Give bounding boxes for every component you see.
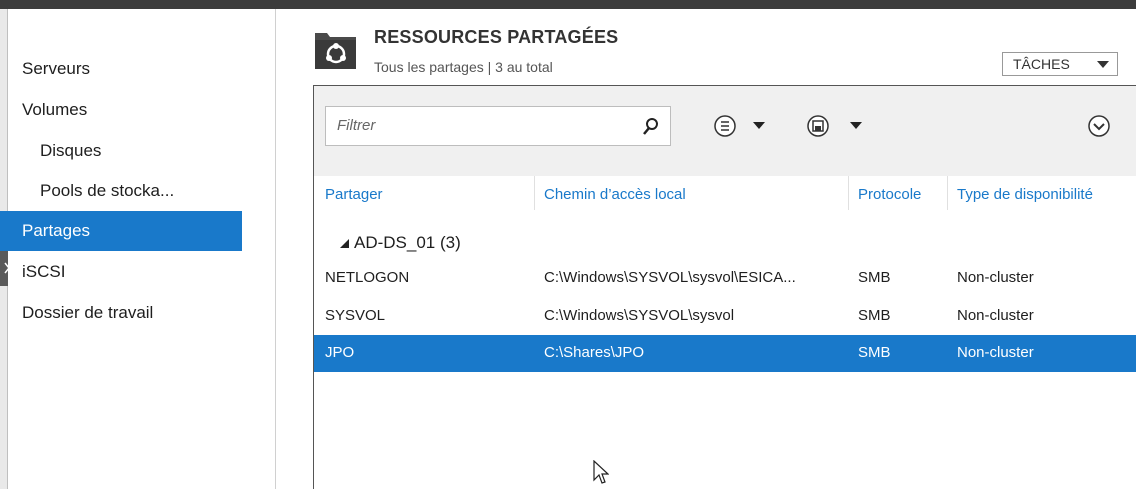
share-path: C:\Windows\SYSVOL\sysvol\ESICA... [544, 269, 796, 286]
table-row[interactable]: NETLOGON C:\Windows\SYSVOL\sysvol\ESICA.… [314, 260, 1136, 297]
list-view-icon [714, 115, 765, 137]
sidebar-item-volumes[interactable]: Volumes [0, 90, 242, 130]
sidebar-divider [275, 9, 276, 489]
column-header-protocole[interactable]: Protocole [858, 186, 921, 203]
sidebar-item-partages[interactable]: Partages [0, 211, 242, 251]
sidebar-item-dossier-de-travail[interactable]: Dossier de travail [0, 293, 242, 333]
save-query-button[interactable] [806, 114, 866, 138]
share-protocol: SMB [858, 344, 891, 361]
window-top-bar [0, 0, 1136, 9]
page-title: RESSOURCES PARTAGÉES [374, 27, 619, 47]
column-header-partager[interactable]: Partager [325, 186, 383, 203]
share-name: NETLOGON [325, 269, 410, 286]
column-header-type-disponibilite[interactable]: Type de disponibilité [957, 186, 1093, 203]
column-separator [534, 176, 535, 210]
save-query-icon [807, 115, 862, 137]
column-separator [848, 176, 849, 210]
share-availability: Non-cluster [957, 344, 1034, 361]
group-label: AD-DS_01 (3) [354, 233, 461, 252]
column-header-chemin[interactable]: Chemin d’accès local [544, 186, 686, 203]
list-view-button[interactable] [713, 114, 773, 138]
share-protocol: SMB [858, 307, 891, 324]
filter-placeholder: Filtrer [337, 117, 376, 134]
mouse-cursor-icon [593, 459, 610, 491]
sidebar-item-iscsi[interactable]: iSCSI [0, 252, 242, 292]
share-path: C:\Windows\SYSVOL\sysvol [544, 307, 735, 324]
shared-folder-icon [313, 27, 358, 72]
expand-button[interactable] [1087, 114, 1111, 138]
table-row[interactable]: SYSVOL C:\Windows\SYSVOL\sysvol SMB Non-… [314, 298, 1136, 335]
share-path: C:\Shares\JPO [544, 344, 645, 361]
sidebar-item-pools[interactable]: Pools de stocka... [0, 171, 242, 211]
dropdown-arrow-icon [1097, 61, 1109, 68]
filter-input[interactable]: Filtrer [325, 106, 671, 146]
share-availability: Non-cluster [957, 307, 1034, 324]
sidebar-item-disques[interactable]: Disques [0, 131, 242, 171]
tasks-label: TÂCHES [1013, 56, 1070, 72]
table-row-selected[interactable]: JPO C:\Shares\JPO SMB Non-cluster [314, 335, 1136, 372]
page-subtitle: Tous les partages | 3 au total [374, 59, 553, 75]
chevron-down-circle-icon [1088, 115, 1110, 137]
share-availability: Non-cluster [957, 269, 1034, 286]
share-name: SYSVOL [325, 307, 386, 324]
tasks-dropdown-button[interactable]: TÂCHES [1002, 52, 1118, 76]
share-name: JPO [325, 344, 355, 361]
share-protocol: SMB [858, 269, 891, 286]
collapse-triangle-icon [340, 239, 349, 248]
column-separator [947, 176, 948, 210]
search-icon[interactable] [642, 117, 660, 135]
sidebar-item-serveurs[interactable]: Serveurs [0, 49, 242, 89]
